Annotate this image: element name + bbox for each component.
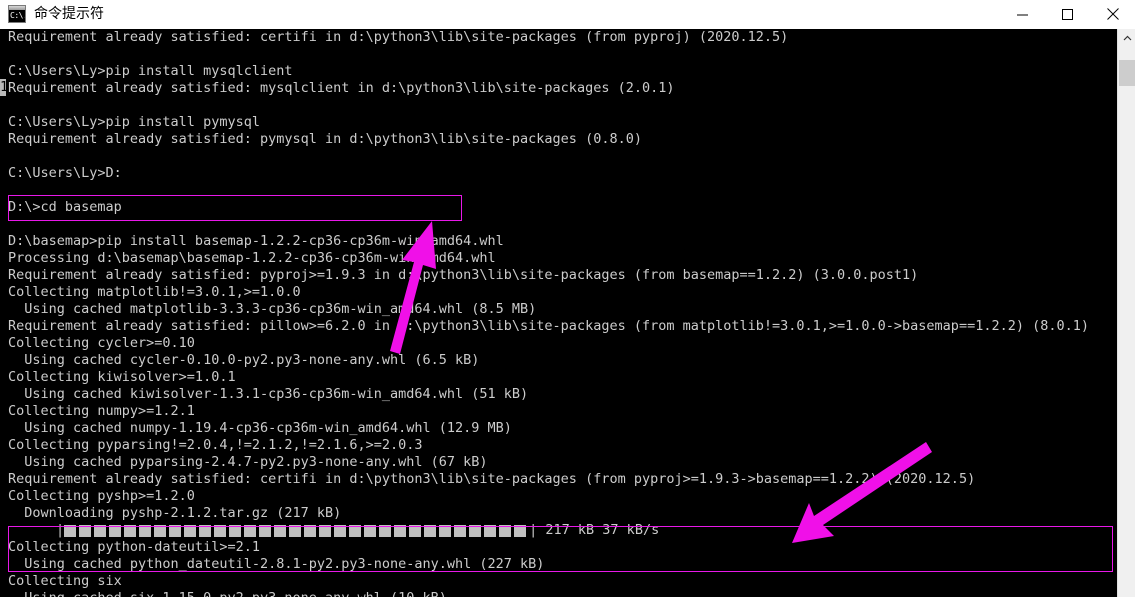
vertical-scrollbar[interactable] bbox=[1117, 29, 1135, 597]
cmd-window: C:\. 命令提示符 1 Requirement already satisfi… bbox=[0, 0, 1135, 597]
cmd-icon-titlebar bbox=[9, 6, 25, 10]
terminal-line: Requirement already satisfied: certifi i… bbox=[8, 29, 789, 45]
maximize-button[interactable] bbox=[1045, 0, 1090, 29]
terminal-line: Using cached pyparsing-2.4.7-py2.py3-non… bbox=[8, 454, 488, 470]
terminal-line: Processing d:\basemap\basemap-1.2.2-cp36… bbox=[8, 250, 496, 266]
terminal-line: Using cached kiwisolver-1.3.1-cp36-cp36m… bbox=[8, 386, 529, 402]
window-title: 命令提示符 bbox=[34, 5, 104, 22]
minimize-button[interactable] bbox=[1000, 0, 1045, 29]
terminal-line: Requirement already satisfied: pillow>=6… bbox=[8, 318, 1089, 334]
progress-bar bbox=[64, 524, 530, 537]
console-output-area[interactable]: 1 Requirement already satisfied: certifi… bbox=[0, 29, 1135, 597]
scroll-up-button[interactable] bbox=[1118, 29, 1135, 47]
terminal-line: C:\Users\Ly>D: bbox=[8, 165, 122, 181]
chevron-up-icon bbox=[1123, 35, 1131, 40]
terminal-text: Requirement already satisfied: certifi i… bbox=[8, 29, 1135, 597]
terminal-line: Requirement already satisfied: mysqlclie… bbox=[8, 80, 675, 96]
minimize-icon bbox=[1017, 14, 1028, 15]
terminal-line: Requirement already satisfied: pyproj>=1… bbox=[8, 267, 919, 283]
terminal-line: Collecting pyshp>=1.2.0 bbox=[8, 488, 195, 504]
close-icon bbox=[1106, 8, 1119, 20]
terminal-line: Requirement already satisfied: pymysql i… bbox=[8, 131, 642, 147]
terminal-line: Using cached matplotlib-3.3.3-cp36-cp36m… bbox=[8, 301, 537, 317]
cmd-icon-glyph: C:\. bbox=[10, 11, 26, 20]
terminal-line: Collecting six bbox=[8, 573, 122, 589]
terminal-line: Collecting matplotlib!=3.0.1,>=1.0.0 bbox=[8, 284, 301, 300]
maximize-icon bbox=[1062, 8, 1073, 20]
window-controls bbox=[1000, 0, 1135, 29]
terminal-line: Requirement already satisfied: certifi i… bbox=[8, 471, 976, 487]
progress-right-pipe: | bbox=[529, 522, 538, 538]
title-bar[interactable]: C:\. 命令提示符 bbox=[0, 0, 1135, 29]
terminal-line: Collecting python-dateutil>=2.1 bbox=[8, 539, 260, 555]
terminal-line: C:\Users\Ly>pip install mysqlclient bbox=[8, 63, 293, 79]
terminal-line: D:\>cd basemap bbox=[8, 199, 122, 215]
terminal-line: Downloading pyshp-2.1.2.tar.gz (217 kB) bbox=[8, 505, 342, 521]
terminal-line: Using cached numpy-1.19.4-cp36-cp36m-win… bbox=[8, 420, 512, 436]
scroll-thumb[interactable] bbox=[1119, 60, 1135, 86]
terminal-line: Collecting numpy>=1.2.1 bbox=[8, 403, 195, 419]
download-progress-row: | | 217 kB 37 kB/s bbox=[8, 522, 1135, 539]
terminal-line: Collecting cycler>=0.10 bbox=[8, 335, 195, 351]
cmd-icon: C:\. bbox=[8, 5, 26, 23]
terminal-line: C:\Users\Ly>pip install pymysql bbox=[8, 114, 260, 130]
progress-stats: 217 kB 37 kB/s bbox=[537, 522, 660, 538]
terminal-line: Using cached cycler-0.10.0-py2.py3-none-… bbox=[8, 352, 480, 368]
terminal-line: D:\basemap>pip install basemap-1.2.2-cp3… bbox=[8, 233, 504, 249]
terminal-line: Using cached python_dateutil-2.8.1-py2.p… bbox=[8, 556, 545, 572]
terminal-line: Collecting pyparsing!=2.0.4,!=2.1.2,!=2.… bbox=[8, 437, 423, 453]
progress-left-pipe: | bbox=[56, 522, 65, 538]
terminal-line: Collecting kiwisolver>=1.0.1 bbox=[8, 369, 236, 385]
close-button[interactable] bbox=[1090, 0, 1135, 29]
stray-selection-fragment: 1 bbox=[0, 79, 6, 96]
